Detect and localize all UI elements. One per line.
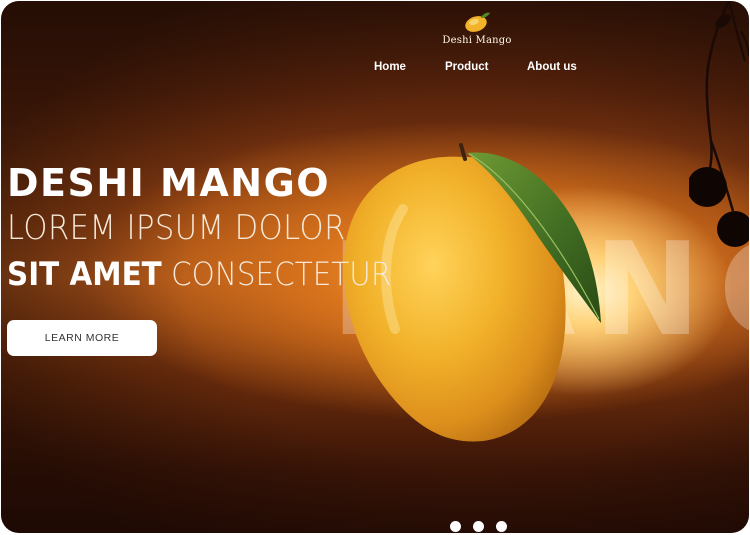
- nav-item-product[interactable]: Product: [445, 61, 488, 73]
- brand-name: Deshi Mango: [442, 35, 512, 46]
- hero-headline: DESHI MANGO LOREM IPSUM DOLOR SIT AMET C…: [7, 161, 425, 297]
- mango-logo-icon: [465, 12, 490, 32]
- hero-banner: MANGO Deshi Mango Home Product About us: [1, 1, 749, 533]
- hero-subtitle-light: CONSECTETUR: [171, 255, 392, 293]
- hero-title: DESHI MANGO: [7, 161, 331, 205]
- hero-subtitle-line-2: SIT AMET CONSECTETUR: [7, 251, 391, 297]
- hero-subtitle-line-1: LOREM IPSUM DOLOR: [7, 208, 346, 248]
- hero-subtitle-bold: SIT AMET: [7, 255, 162, 293]
- carousel-indicators: [450, 517, 514, 532]
- carousel-dot-1[interactable]: [450, 521, 461, 532]
- cherries-illustration: [689, 1, 749, 247]
- nav-item-about-us[interactable]: About us: [527, 61, 577, 73]
- learn-more-button[interactable]: LEARN MORE: [7, 320, 157, 356]
- main-nav: Home Product About us: [1, 61, 749, 77]
- brand-logo[interactable]: Deshi Mango: [437, 11, 517, 46]
- nav-item-home[interactable]: Home: [374, 61, 406, 73]
